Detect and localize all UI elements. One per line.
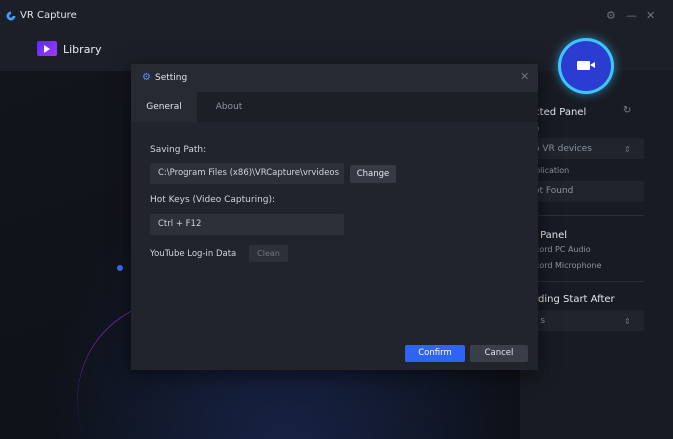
minimize-button[interactable]: — [626, 9, 637, 23]
library-label[interactable]: Library [63, 43, 101, 56]
preview-dot [117, 265, 123, 271]
video-camera-icon [577, 61, 595, 70]
app-title: VR Capture [20, 10, 77, 21]
title-bar: VR Capture ⚙ — ✕ [0, 0, 673, 33]
recording-start-heading: ording Start After [528, 294, 615, 305]
saving-path-value: C:\Program Files (x86)\VRCapture\vrvideo… [158, 168, 340, 178]
hotkeys-value: Ctrl + F12 [158, 219, 202, 229]
device-select-caret-icon: ⇕ [624, 145, 631, 154]
library-icon[interactable] [37, 41, 57, 56]
record-microphone-option[interactable]: ecord Microphone [530, 261, 602, 270]
device-select-value: o VR devices [534, 144, 592, 154]
youtube-login-label: YouTube Log-in Data [150, 249, 237, 259]
divider [520, 215, 644, 216]
cancel-button[interactable]: Cancel [470, 345, 528, 362]
dialog-tabs: General About [131, 92, 538, 122]
tab-general[interactable]: General [131, 92, 197, 122]
divider [520, 281, 644, 282]
saving-path-input[interactable]: C:\Program Files (x86)\VRCapture\vrvideo… [150, 163, 344, 184]
dialog-header: ⚙ Setting ✕ [131, 64, 538, 92]
settings-gear-icon[interactable]: ⚙ [606, 9, 616, 23]
change-path-button[interactable]: Change [350, 165, 396, 183]
dialog-title: Setting [155, 73, 188, 83]
dialog-close-button[interactable]: ✕ [520, 71, 529, 83]
tab-about[interactable]: About [203, 92, 255, 122]
vr-capture-logo-icon [6, 11, 16, 21]
refresh-icon[interactable]: ↻ [623, 105, 631, 116]
settings-dialog: ⚙ Setting ✕ General About Saving Path: C… [131, 64, 538, 370]
hotkeys-input[interactable]: Ctrl + F12 [150, 214, 344, 235]
app-window: VR Capture ⚙ — ✕ Library ected Panel ↻ c… [0, 0, 673, 439]
right-panel [520, 71, 673, 439]
record-pc-audio-option[interactable]: ecord PC Audio [530, 245, 591, 254]
saving-path-label: Saving Path: [150, 145, 207, 155]
hotkeys-label: Hot Keys (Video Capturing): [150, 195, 276, 205]
gear-icon: ⚙ [142, 72, 151, 83]
record-button[interactable] [558, 38, 614, 94]
clean-button[interactable]: Clean [249, 245, 288, 262]
recording-start-caret-icon: ⇕ [624, 317, 631, 326]
confirm-button[interactable]: Confirm [405, 345, 465, 362]
application-value: ot Found [534, 186, 574, 196]
close-window-button[interactable]: ✕ [646, 9, 655, 23]
